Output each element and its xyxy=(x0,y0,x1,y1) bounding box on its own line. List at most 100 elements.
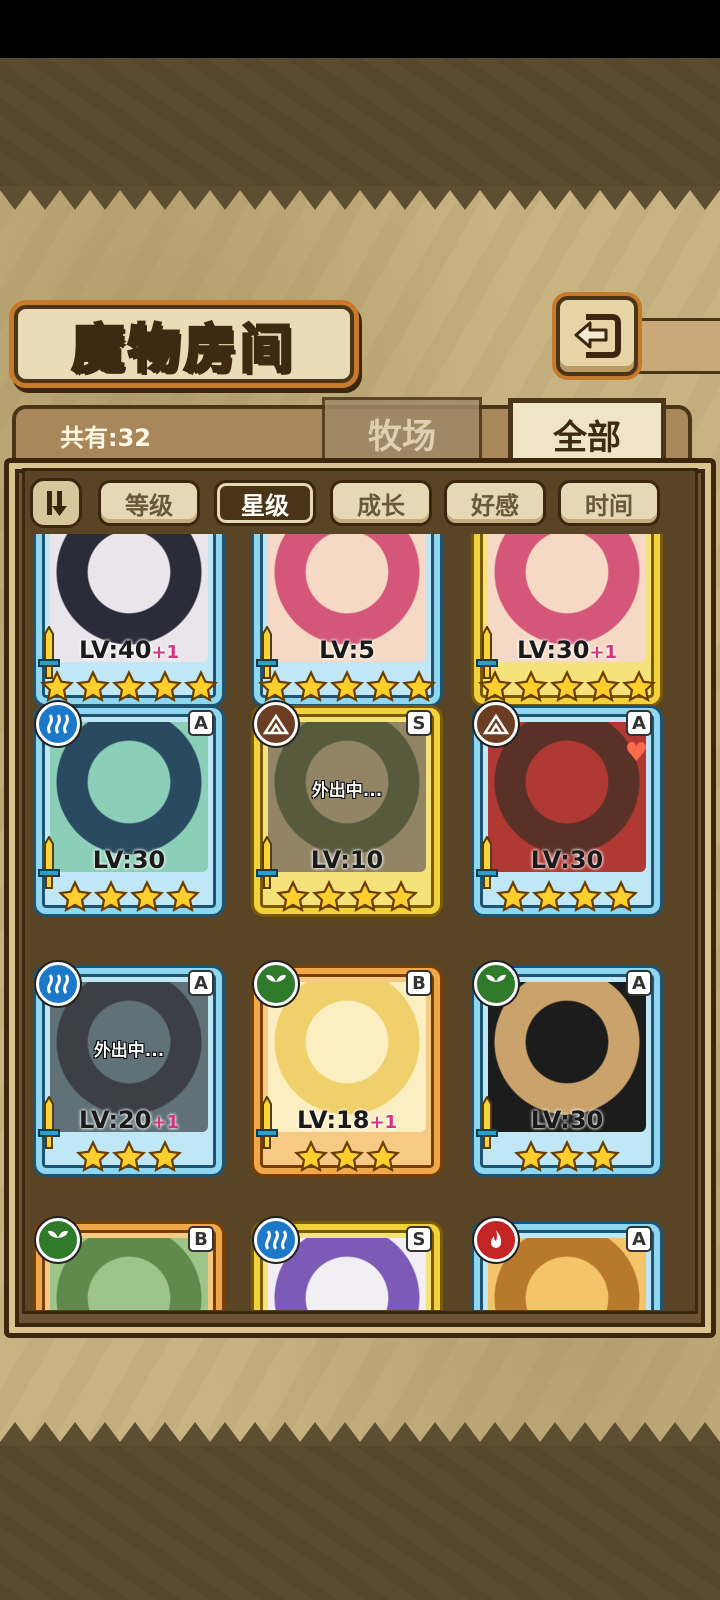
level-value: LV:20 xyxy=(78,1106,152,1134)
monster-level: LV:20+1 xyxy=(30,1106,228,1134)
rank-badge: A xyxy=(188,710,214,736)
filter-level-label: 等级 xyxy=(125,491,173,520)
earth-element-icon xyxy=(254,702,298,746)
star-icon xyxy=(384,879,418,918)
zigzag-edge-top xyxy=(0,186,720,210)
sort-order-toggle[interactable] xyxy=(30,478,82,528)
filter-growth[interactable]: 成长 xyxy=(330,480,432,526)
level-bonus: +1 xyxy=(369,1112,398,1133)
filter-stars[interactable]: 星级 xyxy=(214,480,316,526)
filter-level[interactable]: 等级 xyxy=(98,480,200,526)
monster-card[interactable]: 外出中... S LV:10 xyxy=(248,698,446,930)
star-icon xyxy=(330,1139,364,1178)
leaf-element-icon xyxy=(474,962,518,1006)
fire-element-icon xyxy=(474,1218,518,1262)
water-element-icon xyxy=(36,702,80,746)
star-icon xyxy=(586,1139,620,1178)
level-value: LV:40 xyxy=(78,636,152,664)
monster-level: LV:10 xyxy=(248,846,446,874)
back-button[interactable] xyxy=(556,296,638,376)
monster-card[interactable]: LV:40+1 xyxy=(30,534,228,720)
filter-affection[interactable]: 好感 xyxy=(444,480,546,526)
star-icon xyxy=(514,1139,548,1178)
star-icon xyxy=(294,1139,328,1178)
return-arrow-icon xyxy=(574,314,621,358)
rank-badge: A xyxy=(626,1226,652,1252)
star-icon xyxy=(568,879,602,918)
star-rating xyxy=(30,1139,228,1178)
star-icon xyxy=(550,1139,584,1178)
monster-level: LV:5 xyxy=(248,636,446,664)
monster-level: LV:18+1 xyxy=(248,1106,446,1134)
star-rating xyxy=(248,1139,446,1178)
rank-badge: B xyxy=(406,970,432,996)
rank-badge: S xyxy=(406,1226,432,1252)
star-rating xyxy=(30,879,228,918)
away-status: 外出中... xyxy=(311,781,383,801)
monster-level: LV:30 xyxy=(30,846,228,874)
heart-icon: ♥ xyxy=(624,738,648,768)
monster-card[interactable]: LV:30+1 xyxy=(468,534,666,720)
rank-badge: B xyxy=(188,1226,214,1252)
leaf-element-icon xyxy=(254,962,298,1006)
map-strip-top xyxy=(0,58,720,188)
monster-level: LV:30 xyxy=(468,1106,666,1134)
monster-grid: LV:40+1 LV:5 LV:30+1 A LV:30 外出中... S LV:10 A ♥ LV… xyxy=(22,534,698,1310)
earth-element-icon xyxy=(474,702,518,746)
tab-farm-label: 牧场 xyxy=(368,416,436,457)
zigzag-edge-bottom xyxy=(0,1422,720,1446)
sort-filter-row: 等级 星级 成长 好感 时间 xyxy=(30,478,690,530)
away-status: 外出中... xyxy=(93,1041,165,1061)
filter-time-label: 时间 xyxy=(585,491,633,520)
level-value: LV:10 xyxy=(310,846,384,874)
level-value: LV:5 xyxy=(319,636,375,664)
star-icon xyxy=(112,1139,146,1178)
filter-growth-label: 成长 xyxy=(357,491,405,520)
water-element-icon xyxy=(36,962,80,1006)
page-title: 魔物房间 xyxy=(70,317,296,381)
rank-badge: A xyxy=(626,710,652,736)
rank-badge: A xyxy=(188,970,214,996)
rank-badge: A xyxy=(626,970,652,996)
filter-stars-label: 星级 xyxy=(241,491,289,520)
water-element-icon xyxy=(254,1218,298,1262)
monster-card[interactable]: A LV:30 xyxy=(468,958,666,1190)
star-icon xyxy=(76,1139,110,1178)
level-bonus: +1 xyxy=(151,642,180,663)
star-icon xyxy=(148,1139,182,1178)
sort-direction-icon xyxy=(47,491,67,516)
monster-card[interactable]: B LV:18+1 xyxy=(248,958,446,1190)
monster-card[interactable]: A LV:30 xyxy=(30,698,228,930)
level-value: LV:30 xyxy=(92,846,166,874)
monster-card[interactable]: S xyxy=(248,1214,446,1310)
star-icon xyxy=(312,879,346,918)
star-rating xyxy=(468,879,666,918)
star-rating xyxy=(248,879,446,918)
star-icon xyxy=(496,879,530,918)
monster-card[interactable]: B xyxy=(30,1214,228,1310)
level-bonus: +1 xyxy=(151,1112,180,1133)
star-icon xyxy=(366,1139,400,1178)
star-icon xyxy=(58,879,92,918)
level-value: LV:30 xyxy=(516,636,590,664)
filter-time[interactable]: 时间 xyxy=(558,480,660,526)
level-value: LV:18 xyxy=(296,1106,370,1134)
star-icon xyxy=(276,879,310,918)
star-icon xyxy=(348,879,382,918)
star-icon xyxy=(604,879,638,918)
monster-card[interactable]: LV:5 xyxy=(248,534,446,720)
back-button-rail xyxy=(636,318,720,374)
monster-count: 共有:32 xyxy=(60,424,151,452)
status-bar xyxy=(0,0,720,58)
page-title-plate: 魔物房间 xyxy=(14,305,354,383)
monster-level: LV:30+1 xyxy=(468,636,666,664)
monster-card[interactable]: 外出中... A LV:20+1 xyxy=(30,958,228,1190)
star-icon xyxy=(94,879,128,918)
star-icon xyxy=(532,879,566,918)
monster-card[interactable]: A ♥ LV:30 xyxy=(468,698,666,930)
monster-level: LV:40+1 xyxy=(30,636,228,664)
monster-level: LV:30 xyxy=(468,846,666,874)
tab-all-label: 全部 xyxy=(553,417,621,458)
monster-card[interactable]: A xyxy=(468,1214,666,1310)
level-value: LV:30 xyxy=(530,846,604,874)
